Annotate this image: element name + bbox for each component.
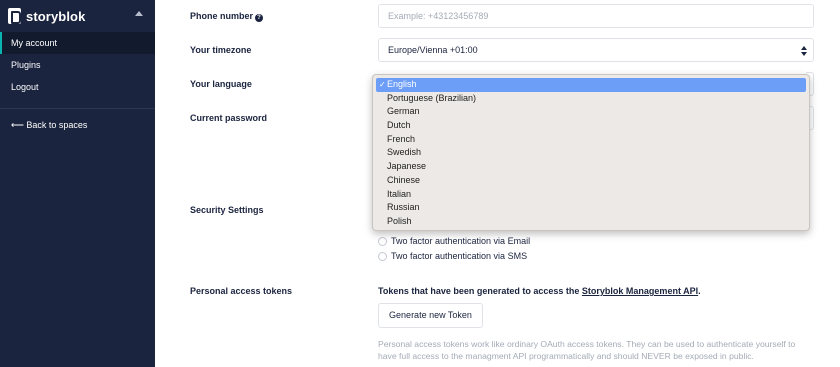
timezone-select[interactable]: Europe/Vienna +01:00	[378, 38, 814, 62]
timezone-label: Your timezone	[190, 45, 252, 55]
language-option[interactable]: Russian	[373, 201, 809, 215]
tokens-description: Tokens that have been generated to acces…	[378, 286, 701, 296]
language-option[interactable]: German	[373, 105, 809, 119]
language-option[interactable]: Dutch	[373, 119, 809, 133]
phone-label: Phone number?	[190, 11, 264, 22]
sidebar-item-logout[interactable]: Logout	[0, 76, 155, 98]
tokens-description-text: Tokens that have been generated to acces…	[378, 286, 580, 296]
language-option[interactable]: Portuguese (Brazilian)	[373, 92, 809, 106]
back-to-spaces-link[interactable]: ⟵ Back to spaces	[0, 114, 155, 136]
brand[interactable]: storyblok	[8, 7, 85, 25]
password-label: Current password	[190, 113, 268, 123]
management-api-link[interactable]: Storyblok Management API	[582, 286, 698, 296]
language-option[interactable]: Chinese	[373, 174, 809, 188]
sidebar-item-my-account[interactable]: My account	[0, 32, 155, 54]
security-label: Security Settings	[190, 205, 264, 215]
timezone-value: Europe/Vienna +01:00	[388, 45, 478, 55]
radio-2fa-sms[interactable]: Two factor authentication via SMS	[378, 250, 527, 262]
radio-icon	[378, 251, 387, 261]
radio-2fa-email[interactable]: Two factor authentication via Email	[378, 235, 530, 247]
help-icon[interactable]: ?	[255, 14, 264, 22]
radio-2fa-sms-label: Two factor authentication via SMS	[391, 251, 528, 261]
tokens-label: Personal access tokens	[190, 286, 293, 296]
tokens-help-text: Personal access tokens work like ordinar…	[378, 339, 796, 361]
language-option[interactable]: French	[373, 133, 809, 147]
sidebar: storyblok My account Plugins Logout ⟵ Ba…	[0, 0, 155, 367]
phone-input[interactable]: Example: +43123456789	[378, 4, 814, 28]
checkmark-icon: ✓	[379, 80, 386, 89]
language-option[interactable]: Italian	[373, 188, 809, 202]
sidebar-divider	[0, 108, 155, 109]
caret-up-icon[interactable]	[135, 11, 143, 16]
brand-name: storyblok	[26, 8, 86, 24]
storyblok-logo-icon	[8, 8, 21, 24]
select-arrows-icon	[801, 46, 807, 56]
language-option-label: English	[387, 79, 417, 89]
language-option[interactable]: ✓ English	[376, 78, 806, 92]
radio-2fa-email-label: Two factor authentication via Email	[391, 236, 531, 246]
language-option[interactable]: Japanese	[373, 160, 809, 174]
sidebar-item-plugins[interactable]: Plugins	[0, 54, 155, 76]
language-dropdown-list: ✓ English Portuguese (Brazilian) German D…	[372, 74, 810, 231]
language-option[interactable]: Polish	[373, 215, 809, 229]
language-label: Your language	[190, 79, 252, 89]
generate-token-button[interactable]: Generate new Token	[378, 303, 483, 328]
tokens-description-end: .	[698, 286, 701, 296]
phone-label-text: Phone number	[190, 11, 254, 21]
radio-icon	[378, 236, 387, 246]
language-option[interactable]: Swedish	[373, 146, 809, 160]
